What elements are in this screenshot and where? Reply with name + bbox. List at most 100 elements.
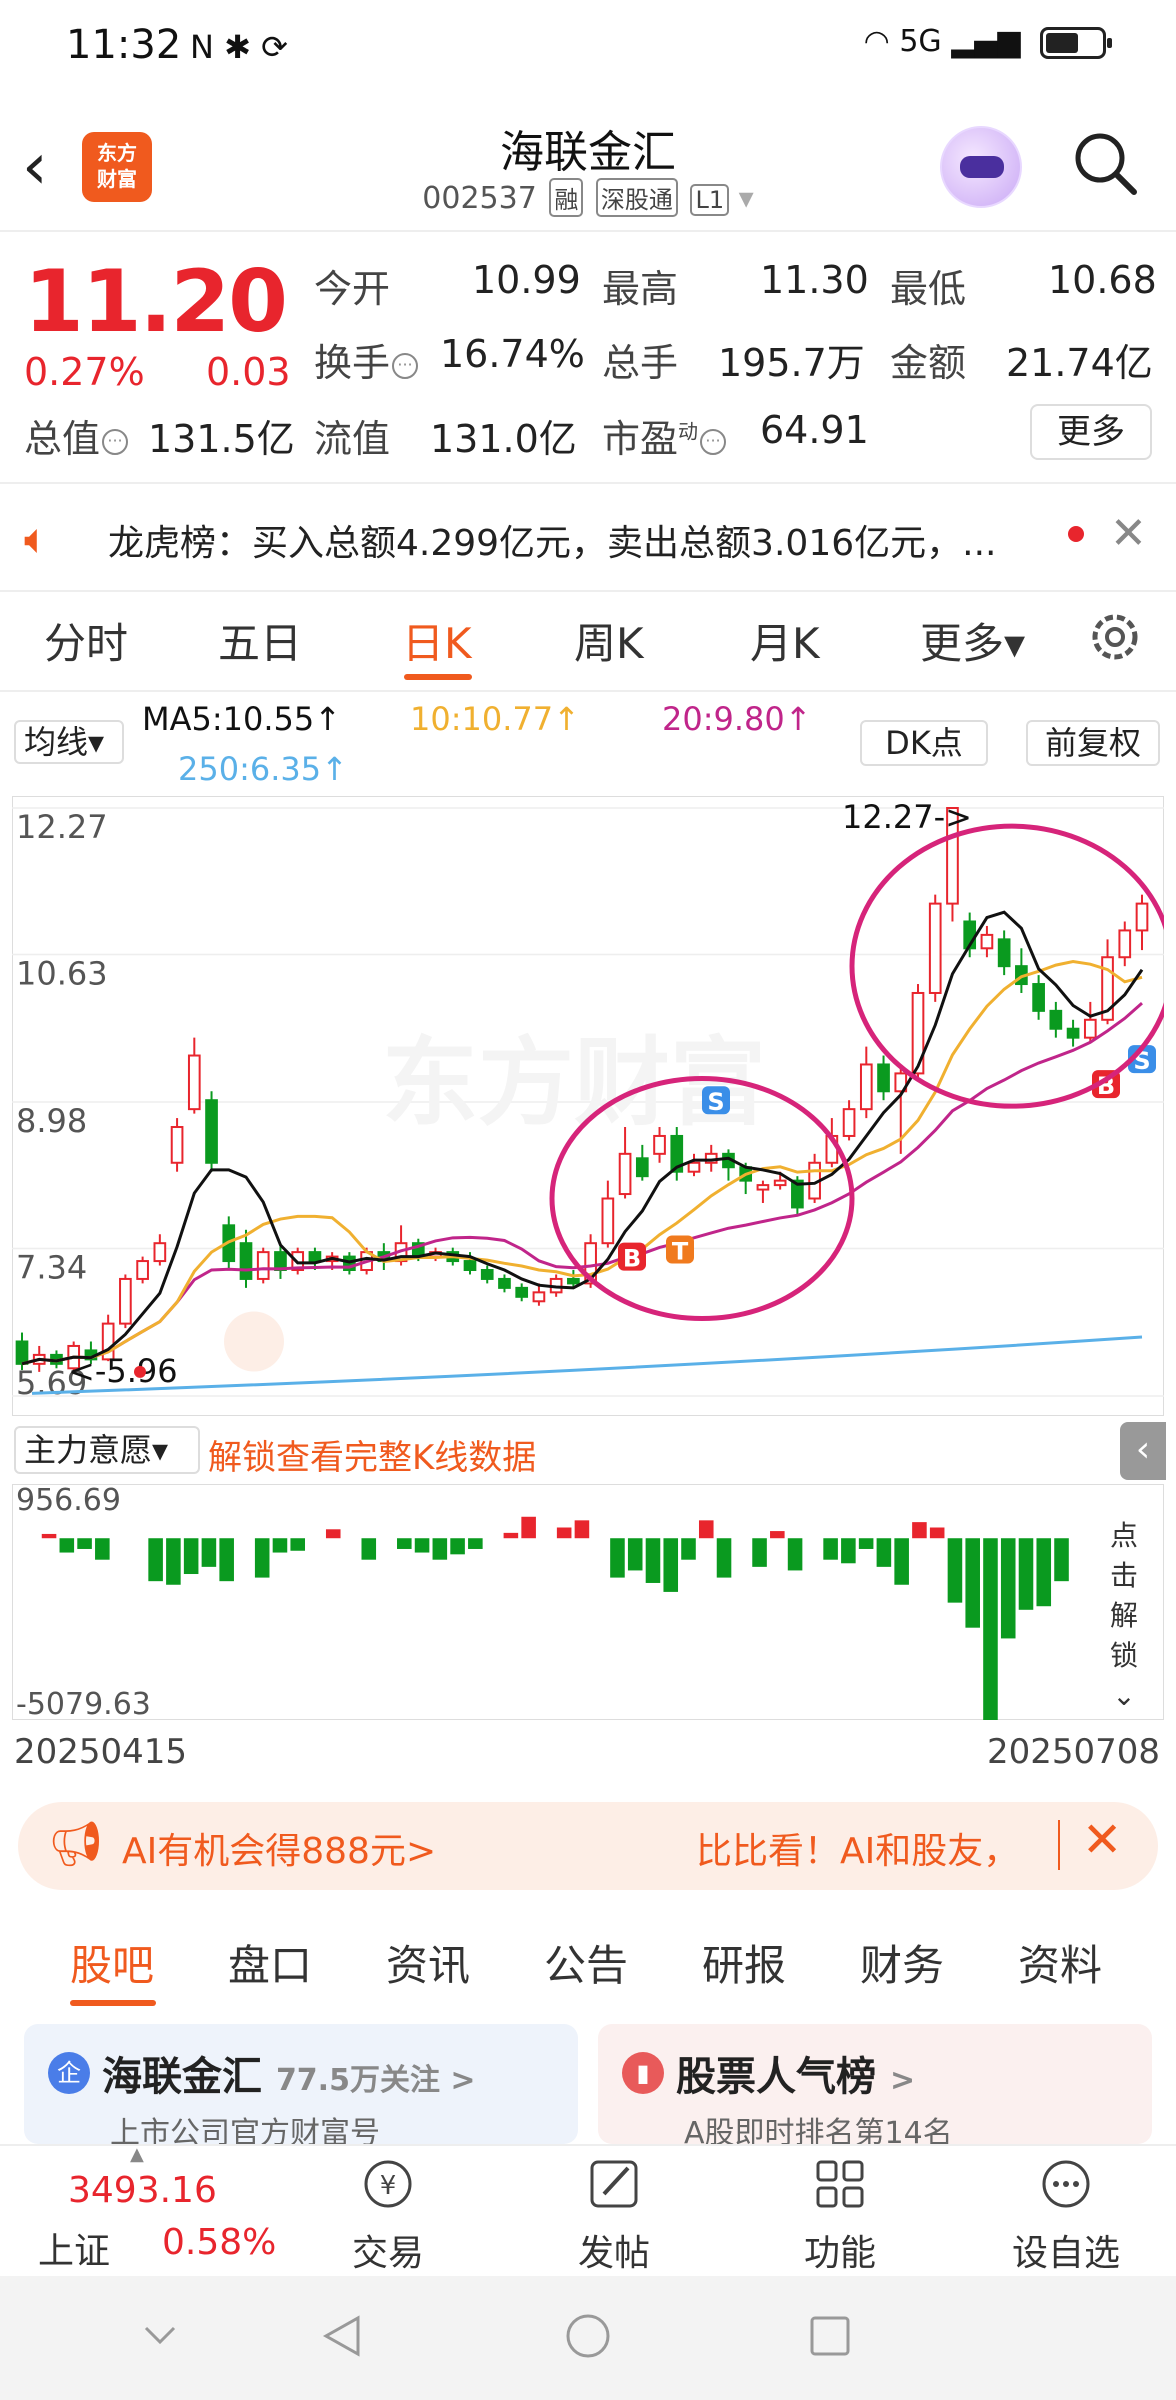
unlock-kline-link[interactable]: 解锁查看完整K线数据	[208, 1430, 536, 1479]
pe-label: 市盈动 ···	[602, 408, 727, 463]
banner-left-text[interactable]: AI有机会得888元>	[122, 1822, 436, 1874]
more-quote-button[interactable]: 更多	[1030, 404, 1152, 460]
flow-bar	[397, 1538, 412, 1549]
bottom-nav: ▲ 3493.16 上证 0.58% ¥ 交易 发帖 功能 设自选	[0, 2144, 1176, 2274]
hide-keyboard-icon[interactable]	[140, 2316, 180, 2356]
low-label: 最低	[890, 267, 967, 311]
tab-forum[interactable]: 股吧	[70, 1932, 154, 1993]
flow-bar	[770, 1531, 785, 1539]
tab-more[interactable]: 更多▾	[920, 610, 1025, 671]
candle	[997, 938, 1011, 968]
nav-functions[interactable]: 功能	[760, 2154, 920, 2276]
tab-daily-k[interactable]: 日K	[402, 610, 472, 671]
close-icon[interactable]: ✕	[1110, 508, 1147, 559]
bar-chart-icon: ▮	[622, 2052, 664, 2094]
flow-indicator-selector[interactable]: 主力意愿▾	[14, 1426, 200, 1474]
nav-add-watchlist[interactable]: 设自选	[986, 2154, 1146, 2276]
candle	[773, 1179, 787, 1187]
chevron-down-icon[interactable]: ▾	[739, 181, 754, 216]
index-percent[interactable]: 0.58%	[162, 2222, 276, 2263]
pe-value: 64.91	[760, 408, 869, 452]
tab-research[interactable]: 研报	[702, 1932, 786, 1993]
indicator-selector[interactable]: 均线▾	[14, 720, 124, 764]
flow-bar	[1000, 1538, 1016, 1639]
banner-right-text[interactable]: 比比看！AI和股友，	[696, 1822, 1019, 1874]
flow-bar	[574, 1520, 590, 1539]
flow-bar	[254, 1538, 270, 1578]
flow-bar	[929, 1527, 945, 1539]
forward-adjust-button[interactable]: 前复权	[1026, 720, 1160, 766]
flow-bar	[965, 1538, 980, 1628]
tab-five-day[interactable]: 五日	[218, 610, 302, 671]
candle	[308, 1251, 322, 1263]
ai-assistant-avatar[interactable]	[940, 126, 1022, 208]
candle	[119, 1277, 132, 1325]
main-force-chart: 956.69 -5079.63	[12, 1484, 1164, 1720]
flow-bar	[1036, 1538, 1052, 1607]
index-name[interactable]: 上证	[38, 2222, 110, 2274]
kline-chart[interactable]: 12.2710.638.987.345.69东方财富12.27-><-5.96B…	[12, 796, 1164, 1416]
end-date: 20250708	[986, 1732, 1160, 1772]
trade-marker-label: B	[623, 1245, 641, 1273]
flow-bar	[645, 1538, 661, 1583]
info-icon[interactable]: ···	[102, 429, 129, 455]
start-date: 20250415	[14, 1732, 188, 1772]
click-unlock-button[interactable]: 点击解锁 ⌄	[1092, 1516, 1156, 1712]
ma250-value: 250:6.35↑	[178, 750, 348, 788]
recents-nav-icon[interactable]	[808, 2314, 852, 2358]
candle	[928, 902, 942, 994]
close-icon[interactable]: ✕	[1082, 1812, 1122, 1868]
flow-bar	[468, 1538, 483, 1549]
y-tick-label: 12.27	[16, 808, 108, 846]
turnover-value: 16.74%	[440, 332, 585, 376]
high-value: 11.30	[760, 258, 869, 302]
nav-post[interactable]: 发帖	[534, 2154, 694, 2276]
collapse-arrow-icon[interactable]: ‹	[1120, 1422, 1166, 1480]
nav-trade[interactable]: ¥ 交易	[308, 2154, 468, 2276]
quote-panel: 11.20 0.27% 0.03 今开 10.99 最高 11.30 最低 10…	[0, 232, 1176, 482]
nav-label: 功能	[803, 2233, 876, 2274]
tab-weekly-k[interactable]: 周K	[574, 610, 644, 671]
back-nav-icon[interactable]	[320, 2312, 364, 2360]
more-circle-icon	[1042, 2160, 1090, 2208]
stock-header: ‹ 东方 财富 海联金汇 002537 融 深股通 L1 ▾	[0, 100, 1176, 230]
divider	[0, 690, 1176, 692]
ai-promo-banner[interactable]: 📢︎ AI有机会得888元> 比比看！AI和股友， ✕	[18, 1802, 1158, 1890]
candle	[567, 1277, 580, 1285]
max-price-label: 12.27->	[842, 798, 972, 836]
flow-bar	[183, 1538, 199, 1575]
candle	[1049, 1009, 1063, 1030]
info-icon[interactable]: ···	[392, 353, 419, 379]
index-value[interactable]: 3493.16	[68, 2170, 217, 2211]
candle	[205, 1099, 218, 1164]
signal-5g-icon: 5G	[899, 24, 942, 59]
flow-bar	[983, 1538, 998, 1720]
candle	[187, 1054, 201, 1111]
min-point-dot	[134, 1365, 146, 1378]
dk-point-button[interactable]: DK点	[860, 720, 988, 766]
stock-code: 002537	[422, 181, 537, 216]
home-nav-icon[interactable]	[564, 2312, 612, 2360]
tab-news[interactable]: 资讯	[386, 1932, 470, 1993]
tab-orderbook[interactable]: 盘口	[228, 1932, 312, 1993]
candle	[153, 1242, 167, 1263]
popularity-rank-card[interactable]: ▮ 股票人气榜 > A股即时排名第14名	[598, 2024, 1152, 2151]
tab-profile[interactable]: 资料	[1018, 1932, 1102, 1993]
flow-bar	[556, 1527, 572, 1539]
flow-bar	[716, 1538, 732, 1578]
search-icon[interactable]	[1070, 128, 1140, 198]
tab-financials[interactable]: 财务	[860, 1932, 944, 1993]
candle	[239, 1242, 253, 1280]
gear-icon[interactable]	[1082, 604, 1148, 670]
official-account-card[interactable]: 企 海联金汇 77.5万关注 > 上市公司官方财富号	[24, 2024, 578, 2151]
notice-text[interactable]: 龙虎榜：买入总额4.299亿元，卖出总额3.016亿元，...	[108, 514, 1048, 566]
candle	[911, 991, 925, 1075]
info-icon[interactable]: ···	[700, 429, 727, 455]
tab-announcements[interactable]: 公告	[544, 1932, 628, 1993]
flow-bar	[823, 1538, 838, 1560]
tab-monthly-k[interactable]: 月K	[750, 610, 820, 671]
flow-bar	[1054, 1538, 1069, 1582]
tab-intraday[interactable]: 分时	[44, 610, 128, 671]
dragon-tiger-notice[interactable]: 🔈︎ 龙虎榜：买入总额4.299亿元，卖出总额3.016亿元，...	[0, 484, 1176, 590]
chevron-up-icon[interactable]: ▲	[130, 2144, 144, 2165]
